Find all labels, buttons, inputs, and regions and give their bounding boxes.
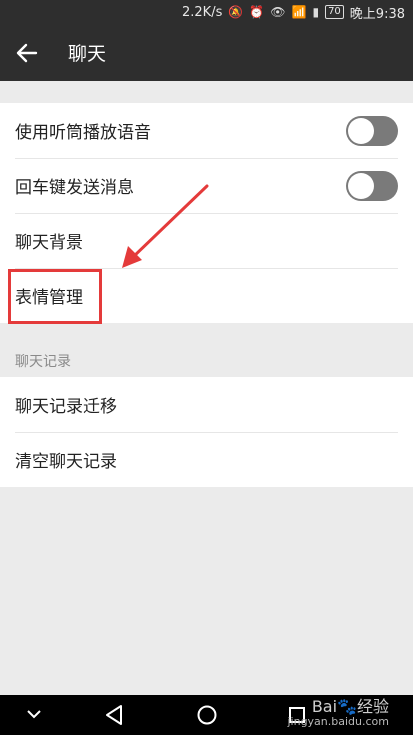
eye-icon: 👁 (270, 5, 286, 19)
clock: 晚上9:38 (349, 6, 405, 22)
setting-label: 清空聊天记录 (15, 452, 117, 472)
nav-back-icon[interactable] (104, 704, 124, 726)
chat-records-group: 聊天记录迁移 清空聊天记录 (0, 377, 413, 487)
enter-send-toggle[interactable] (346, 171, 398, 201)
wifi-icon: 📶 (291, 5, 307, 19)
section-header-chat-records: 聊天记录 (15, 354, 71, 370)
watermark-url: jingyan.baidu.com (287, 715, 389, 728)
setting-label: 使用听筒播放语音 (15, 123, 151, 143)
setting-chat-background[interactable]: 聊天背景 (0, 213, 413, 268)
setting-label: 聊天记录迁移 (15, 397, 117, 417)
annotation-highlight-box (8, 269, 102, 324)
watermark-brand-left: Bai (311, 697, 338, 716)
back-button[interactable] (0, 24, 54, 81)
setting-migrate-chat-records[interactable]: 聊天记录迁移 (0, 377, 413, 432)
setting-earpiece-playback[interactable]: 使用听筒播放语音 (0, 103, 413, 158)
toggle-knob (348, 118, 374, 144)
setting-clear-chat-records[interactable]: 清空聊天记录 (0, 432, 413, 487)
app-bar: 聊天 (0, 24, 413, 81)
signal-icon: ▮ (312, 5, 320, 19)
back-arrow-icon (16, 43, 38, 62)
setting-label: 回车键发送消息 (15, 178, 134, 198)
baidu-jingyan-watermark: Bai🐾经验 jingyan.baidu.com (287, 698, 389, 728)
setting-label: 聊天背景 (15, 233, 83, 253)
earpiece-toggle[interactable] (346, 116, 398, 146)
navigation-bar: Bai🐾经验 jingyan.baidu.com (0, 695, 413, 735)
watermark-brand-right: 经验 (356, 697, 389, 716)
setting-enter-to-send[interactable]: 回车键发送消息 (0, 158, 413, 213)
chevron-down-icon[interactable] (26, 708, 42, 720)
nav-home-icon[interactable] (196, 704, 218, 726)
net-speed: 2.2K/s (182, 4, 223, 20)
mute-icon: 🔕 (228, 5, 244, 19)
battery-indicator: 70 (325, 5, 344, 19)
status-bar: 2.2K/s 🔕 ⏰ 👁 📶 ▮ 70 晚上9:38 (0, 0, 413, 24)
toggle-knob (348, 173, 374, 199)
alarm-icon: ⏰ (249, 5, 265, 19)
paw-icon: 🐾 (337, 697, 357, 716)
page-title: 聊天 (68, 43, 107, 65)
